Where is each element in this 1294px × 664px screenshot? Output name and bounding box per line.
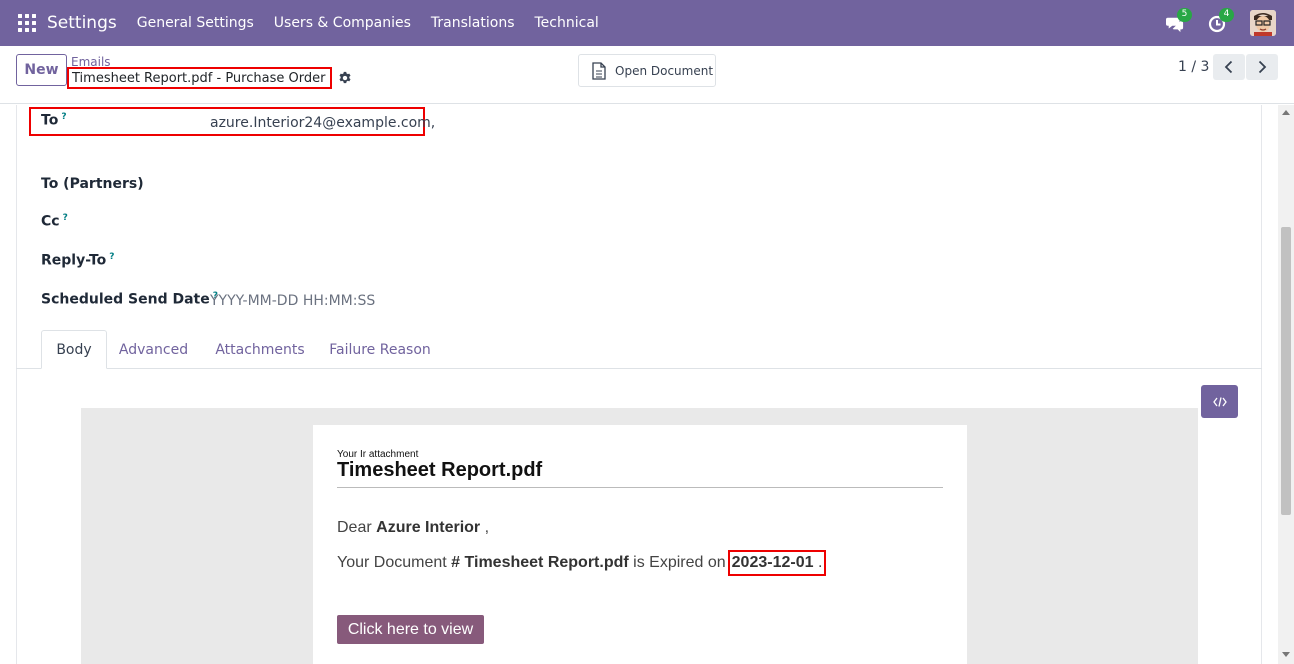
page-scrollbar[interactable] xyxy=(1278,105,1294,664)
to-field-value[interactable]: azure.Interior24@example.com, xyxy=(210,115,435,131)
customer-name: Azure Interior xyxy=(376,519,481,536)
pager-next-button[interactable] xyxy=(1246,54,1278,80)
menu-translations[interactable]: Translations xyxy=(431,15,515,31)
document-name: Timesheet Report.pdf xyxy=(464,554,629,571)
scheduled-send-date-input[interactable]: YYYY-MM-DD HH:MM:SS xyxy=(210,293,375,309)
open-document-button[interactable]: Open Document xyxy=(578,54,716,87)
control-panel: New Emails Timesheet Report.pdf - Purcha… xyxy=(0,46,1294,104)
scroll-up-arrow-icon[interactable] xyxy=(1282,110,1290,115)
scheduled-send-date-label: Scheduled Send Date? xyxy=(41,291,218,308)
tab-body[interactable]: Body xyxy=(41,330,107,369)
new-button[interactable]: New xyxy=(16,54,67,86)
menu-general-settings[interactable]: General Settings xyxy=(137,15,254,31)
code-view-button[interactable] xyxy=(1201,385,1238,418)
to-partners-label: To (Partners) xyxy=(41,176,144,192)
scroll-down-arrow-icon[interactable] xyxy=(1282,652,1290,657)
tab-attachments[interactable]: Attachments xyxy=(208,330,312,369)
reply-to-label: Reply-To? xyxy=(41,252,115,269)
cc-label: Cc? xyxy=(41,213,68,230)
chevron-right-icon xyxy=(1258,60,1267,74)
notebook-tabs: Body Advanced Attachments Failure Reason xyxy=(16,330,1262,369)
tab-advanced[interactable]: Advanced xyxy=(113,330,194,369)
code-icon xyxy=(1212,396,1227,407)
help-tooltip-icon[interactable]: ? xyxy=(63,213,68,223)
gear-icon[interactable] xyxy=(338,71,352,85)
messages-systray[interactable]: 5 xyxy=(1166,8,1192,34)
user-avatar[interactable] xyxy=(1250,10,1276,36)
app-name[interactable]: Settings xyxy=(47,13,117,33)
document-icon xyxy=(592,61,606,80)
help-tooltip-icon[interactable]: ? xyxy=(61,112,66,122)
menu-users-companies[interactable]: Users & Companies xyxy=(274,15,411,31)
messages-badge: 5 xyxy=(1177,8,1192,22)
email-document-line: Your Document # Timesheet Report.pdf is … xyxy=(337,550,827,576)
help-tooltip-icon[interactable]: ? xyxy=(109,252,114,262)
record-title: Timesheet Report.pdf - Purchase Order xyxy=(67,67,332,89)
menu-technical[interactable]: Technical xyxy=(535,15,599,31)
expiry-date-highlight: 2023-12-01 . xyxy=(727,550,827,576)
expiry-date: 2023-12-01 xyxy=(731,554,814,571)
apps-menu-icon[interactable] xyxy=(18,14,36,32)
top-navbar: Settings General Settings Users & Compan… xyxy=(0,0,1294,46)
pager-value[interactable]: 1 / 3 xyxy=(1178,59,1209,75)
scroll-thumb[interactable] xyxy=(1281,227,1291,515)
chevron-left-icon xyxy=(1224,60,1233,74)
activities-systray[interactable]: 4 xyxy=(1208,8,1234,34)
pager-previous-button[interactable] xyxy=(1213,54,1245,80)
open-document-label: Open Document xyxy=(615,63,714,78)
email-greeting: Dear Azure Interior , xyxy=(337,519,490,536)
activities-badge: 4 xyxy=(1219,8,1234,22)
to-label: To? xyxy=(41,112,67,129)
email-divider xyxy=(337,487,943,488)
email-title: Timesheet Report.pdf xyxy=(337,459,543,481)
click-here-to-view-button[interactable]: Click here to view xyxy=(337,615,484,644)
tab-failure-reason[interactable]: Failure Reason xyxy=(324,330,436,369)
